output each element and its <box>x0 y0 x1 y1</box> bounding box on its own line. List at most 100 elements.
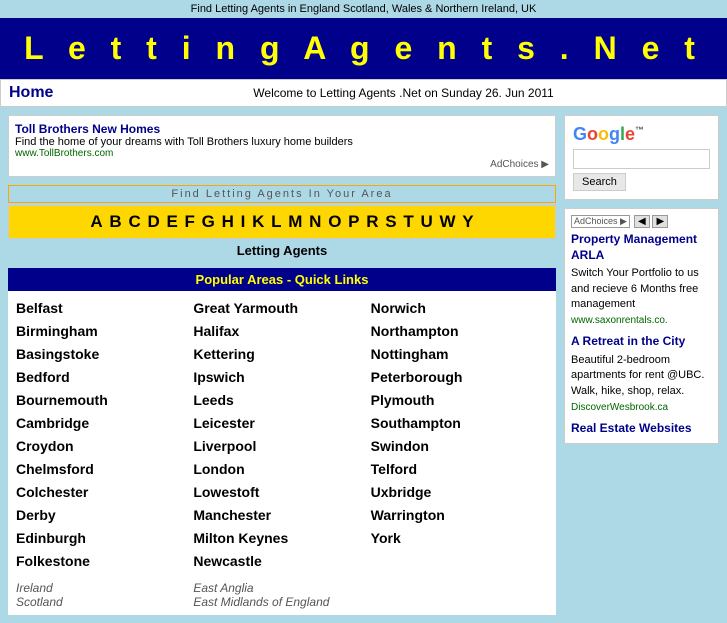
top-bar-text: Find Letting Agents in England Scotland,… <box>191 3 537 15</box>
google-search-button[interactable]: Search <box>573 173 626 191</box>
letter-i[interactable]: I <box>241 212 246 231</box>
ad-url[interactable]: www.TollBrothers.com <box>15 148 549 159</box>
popular-areas-header: Popular Areas - Quick Links <box>8 268 556 291</box>
cities-grid: Belfast Birmingham Basingstoke Bedford B… <box>16 297 548 573</box>
letter-b[interactable]: B <box>109 212 121 231</box>
list-item[interactable]: Northampton <box>371 320 548 343</box>
popular-areas: Popular Areas - Quick Links Belfast Birm… <box>8 268 556 615</box>
letter-h[interactable]: H <box>222 212 234 231</box>
list-item[interactable]: Colchester <box>16 481 193 504</box>
list-item[interactable]: Bedford <box>16 366 193 389</box>
list-item[interactable]: East Anglia <box>193 581 370 595</box>
regions-col-1: Ireland Scotland <box>16 581 193 609</box>
list-item[interactable]: Scotland <box>16 595 193 609</box>
google-search-input[interactable] <box>573 149 710 169</box>
ad-description: Find the home of your dreams with Toll B… <box>15 136 549 148</box>
list-item[interactable]: Edinburgh <box>16 527 193 550</box>
sidebar-ad-url-2[interactable]: DiscoverWesbrook.ca <box>571 402 712 413</box>
ad-choices-icon[interactable]: AdChoices ▶ <box>571 215 630 228</box>
list-item[interactable]: London <box>193 458 370 481</box>
letter-l[interactable]: L <box>271 212 281 231</box>
google-logo: Google™ <box>573 124 710 145</box>
list-item[interactable]: Southampton <box>371 412 548 435</box>
sidebar-ad-title-3[interactable]: Real Estate Websites <box>571 421 712 437</box>
sidebar-ad-3-block: Real Estate Websites <box>571 421 712 437</box>
regions-col-2: East Anglia East Midlands of England <box>193 581 370 609</box>
alphabet-bar: A B C D E F G H I K L M N O P R S T U W <box>8 205 556 239</box>
list-item[interactable]: Birmingham <box>16 320 193 343</box>
regions-row: Ireland Scotland East Anglia East Midlan… <box>16 573 548 609</box>
list-item[interactable]: Halifax <box>193 320 370 343</box>
letter-d[interactable]: D <box>147 212 159 231</box>
letter-t[interactable]: T <box>403 212 413 231</box>
sidebar-nav-arrows: ◀ ▶ <box>634 215 668 228</box>
next-arrow[interactable]: ▶ <box>652 215 668 228</box>
letter-y[interactable]: Y <box>462 212 473 231</box>
city-col-3: Norwich Northampton Nottingham Peterboro… <box>371 297 548 573</box>
list-item[interactable]: Liverpool <box>193 435 370 458</box>
list-item[interactable]: Warrington <box>371 504 548 527</box>
top-bar: Find Letting Agents in England Scotland,… <box>0 0 727 18</box>
list-item[interactable]: Belfast <box>16 297 193 320</box>
sidebar-ad-1: AdChoices ▶ ◀ ▶ Property Management ARLA… <box>564 208 719 444</box>
sidebar-ad-title-1[interactable]: Property Management ARLA <box>571 232 712 263</box>
list-item[interactable]: Nottingham <box>371 343 548 366</box>
google-search-box: Google™ Search <box>564 115 719 200</box>
letter-u[interactable]: U <box>420 212 432 231</box>
letter-a[interactable]: A <box>90 212 102 231</box>
list-item[interactable]: Chelmsford <box>16 458 193 481</box>
letter-g[interactable]: G <box>202 212 215 231</box>
letter-c[interactable]: C <box>128 212 140 231</box>
list-item[interactable]: Great Yarmouth <box>193 297 370 320</box>
list-item[interactable]: East Midlands of England <box>193 595 370 609</box>
letter-w[interactable]: W <box>439 212 455 231</box>
list-item[interactable]: Plymouth <box>371 389 548 412</box>
list-item[interactable]: Ipswich <box>193 366 370 389</box>
list-item[interactable]: Newcastle <box>193 550 370 573</box>
sidebar-ad-text-2: Beautiful 2-bedroom apartments for rent … <box>571 353 712 399</box>
regions-col-3 <box>371 581 548 609</box>
header-banner: L e t t i n g A g e n t s . N e t <box>0 18 727 79</box>
letter-r[interactable]: R <box>366 212 378 231</box>
home-link[interactable]: Home <box>9 84 89 102</box>
prev-arrow[interactable]: ◀ <box>634 215 650 228</box>
list-item[interactable]: Leicester <box>193 412 370 435</box>
sidebar-ad-title-2[interactable]: A Retreat in the City <box>571 334 712 350</box>
list-item[interactable]: Bournemouth <box>16 389 193 412</box>
list-item[interactable]: Milton Keynes <box>193 527 370 550</box>
list-item[interactable]: Leeds <box>193 389 370 412</box>
list-item[interactable]: Uxbridge <box>371 481 548 504</box>
list-item[interactable]: Croydon <box>16 435 193 458</box>
nav-bar: Home Welcome to Letting Agents .Net on S… <box>0 79 727 107</box>
list-item[interactable]: Manchester <box>193 504 370 527</box>
list-item[interactable]: Lowestoft <box>193 481 370 504</box>
letter-f[interactable]: F <box>185 212 195 231</box>
list-item[interactable]: Ireland <box>16 581 193 595</box>
list-item[interactable]: Folkestone <box>16 550 193 573</box>
site-title: L e t t i n g A g e n t s . N e t <box>24 30 703 66</box>
letter-p[interactable]: P <box>348 212 359 231</box>
list-item[interactable]: Cambridge <box>16 412 193 435</box>
list-item[interactable]: Basingstoke <box>16 343 193 366</box>
list-item[interactable]: York <box>371 527 548 550</box>
find-agents-label: Find Letting Agents In Your Area <box>8 185 556 203</box>
letter-k[interactable]: K <box>252 212 264 231</box>
list-item[interactable]: Kettering <box>193 343 370 366</box>
sidebar-ad-header: AdChoices ▶ ◀ ▶ <box>571 215 712 228</box>
letter-s[interactable]: S <box>385 212 396 231</box>
list-item[interactable]: Peterborough <box>371 366 548 389</box>
main-content: Toll Brothers New Homes Find the home of… <box>8 115 556 615</box>
city-col-1: Belfast Birmingham Basingstoke Bedford B… <box>16 297 193 573</box>
sidebar-ad-text-1: Switch Your Portfolio to us and recieve … <box>571 266 712 312</box>
letter-n[interactable]: N <box>309 212 321 231</box>
ad-choices[interactable]: AdChoices ▶ <box>15 159 549 170</box>
letter-e[interactable]: E <box>166 212 177 231</box>
letter-m[interactable]: M <box>288 212 302 231</box>
list-item[interactable]: Swindon <box>371 435 548 458</box>
letter-o[interactable]: O <box>328 212 341 231</box>
sidebar-ad-url-1[interactable]: www.saxonrentals.co. <box>571 315 712 326</box>
list-item[interactable]: Derby <box>16 504 193 527</box>
alphabet-section: Find Letting Agents In Your Area A B C D… <box>8 185 556 262</box>
list-item[interactable]: Norwich <box>371 297 548 320</box>
list-item[interactable]: Telford <box>371 458 548 481</box>
